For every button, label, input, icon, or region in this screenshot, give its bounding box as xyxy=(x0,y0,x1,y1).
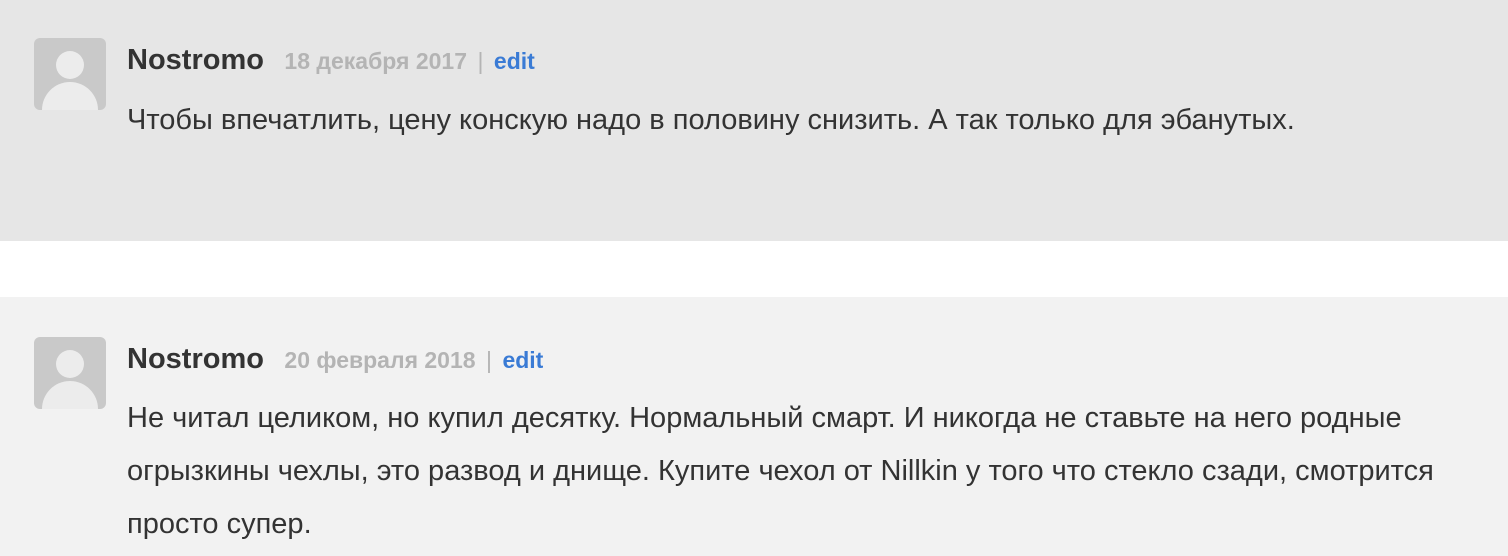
comment-text: Не читал целиком, но купил десятку. Норм… xyxy=(127,402,1434,540)
comment-meta: Nostromo 20 февраля 2018 | edit xyxy=(127,343,543,376)
comment-text: Чтобы впечатлить, цену конскую надо в по… xyxy=(127,104,1295,136)
avatar-shoulders-shape xyxy=(42,82,98,110)
comment-date[interactable]: 20 февраля 2018 xyxy=(284,347,475,373)
comment-author[interactable]: Nostromo xyxy=(127,44,264,76)
edit-link[interactable]: edit xyxy=(502,347,543,373)
meta-separator: | xyxy=(486,347,492,373)
comment-date[interactable]: 18 декабря 2017 xyxy=(284,48,467,74)
edit-link[interactable]: edit xyxy=(494,48,535,74)
avatar-head-shape xyxy=(56,350,84,378)
avatar-icon[interactable] xyxy=(34,337,106,409)
meta-separator: | xyxy=(477,48,484,74)
comment-author[interactable]: Nostromo xyxy=(127,343,264,375)
comment-meta: Nostromo 18 декабря 2017 | edit xyxy=(127,44,535,77)
avatar-shoulders-shape xyxy=(42,381,98,409)
avatar-head-shape xyxy=(56,51,84,79)
avatar-icon[interactable] xyxy=(34,38,106,110)
comment: Nostromo 18 декабря 2017 | edit Чтобы вп… xyxy=(0,0,1508,241)
